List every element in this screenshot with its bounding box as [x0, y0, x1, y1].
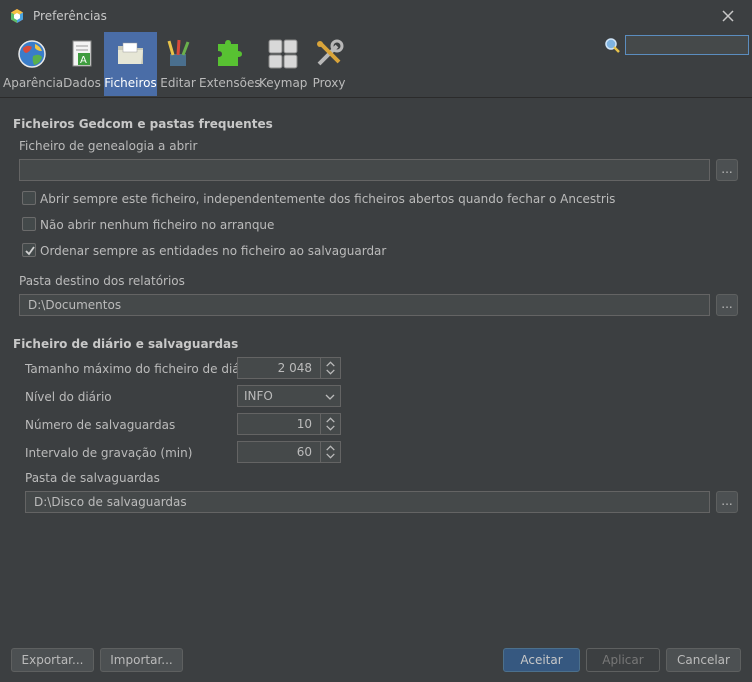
apply-button[interactable]: Aplicar — [586, 648, 660, 672]
sort-entities-checkbox[interactable] — [22, 243, 36, 257]
browse-open-file-button[interactable]: ... — [716, 159, 738, 181]
tab-label: Extensões — [199, 76, 261, 90]
cancel-button[interactable]: Cancelar — [666, 648, 741, 672]
tab-extensoes[interactable]: Extensões — [199, 32, 261, 96]
section-title-gedcom: Ficheiros Gedcom e pastas frequentes — [13, 117, 273, 131]
sort-entities-label: Ordenar sempre as entidades no ficheiro … — [40, 244, 387, 258]
log-level-select[interactable]: INFO — [237, 385, 341, 407]
reports-folder-field[interactable]: D:\Documentos — [19, 294, 710, 316]
section-title-journal: Ficheiro de diário e salvaguardas — [13, 337, 239, 351]
pencils-icon — [167, 39, 190, 66]
tab-keymap[interactable]: Keymap — [259, 32, 307, 96]
title-bar: Preferências — [0, 0, 752, 32]
always-open-checkbox[interactable] — [22, 191, 36, 205]
open-file-label: Ficheiro de genealogia a abrir — [19, 139, 198, 153]
backup-folder-label: Pasta de salvaguardas — [25, 471, 160, 485]
no-open-label: Não abrir nenhum ficheiro no arranque — [40, 218, 275, 232]
log-level-value: INFO — [244, 389, 273, 403]
keyboard-icon — [268, 39, 298, 69]
tab-label: Dados — [63, 76, 101, 90]
search-icon — [605, 38, 620, 53]
save-interval-spinner[interactable]: 60 — [237, 441, 341, 463]
import-button[interactable]: Importar... — [100, 648, 183, 672]
no-open-checkbox[interactable] — [22, 217, 36, 231]
svg-text:A: A — [80, 55, 87, 66]
tab-ficheiros[interactable]: Ficheiros — [104, 32, 157, 96]
tab-label: Aparência — [3, 76, 64, 90]
spinner-arrows-icon[interactable] — [320, 358, 340, 378]
app-logo-icon — [11, 9, 23, 23]
browse-backup-folder-button[interactable]: ... — [716, 491, 738, 513]
max-size-value: 2 048 — [277, 361, 312, 375]
save-interval-label: Intervalo de gravação (min) — [25, 446, 193, 460]
document-icon: A — [72, 40, 92, 67]
always-open-label: Abrir sempre este ficheiro, independente… — [40, 192, 616, 206]
tab-label: Ficheiros — [104, 76, 157, 90]
spinner-arrows-icon[interactable] — [320, 442, 340, 462]
export-button[interactable]: Exportar... — [11, 648, 94, 672]
spinner-arrows-icon[interactable] — [320, 414, 340, 434]
reports-folder-label: Pasta destino dos relatórios — [19, 274, 185, 288]
puzzle-icon — [218, 40, 242, 66]
window-title: Preferências — [33, 9, 107, 23]
log-level-label: Nível do diário — [25, 390, 112, 404]
check-icon — [25, 246, 35, 256]
toolbar-divider — [0, 97, 752, 98]
browse-reports-button[interactable]: ... — [716, 294, 738, 316]
backups-count-spinner[interactable]: 10 — [237, 413, 341, 435]
tab-aparencia[interactable]: Aparência — [3, 32, 64, 96]
tab-label: Editar — [160, 76, 196, 90]
save-interval-value: 60 — [296, 445, 312, 459]
tab-label: Keymap — [259, 76, 308, 90]
tab-editar[interactable]: Editar — [159, 32, 197, 96]
backup-folder-field[interactable]: D:\Disco de salvaguardas — [25, 491, 710, 513]
open-file-field[interactable] — [19, 159, 710, 181]
search-input[interactable] — [625, 35, 749, 55]
chevron-down-icon — [325, 394, 335, 400]
accept-button[interactable]: Aceitar — [503, 648, 580, 672]
close-icon[interactable] — [718, 6, 738, 26]
max-size-label: Tamanho máximo do ficheiro de diário — [25, 362, 256, 376]
wrench-icon — [317, 39, 344, 66]
tab-proxy[interactable]: Proxy — [309, 32, 349, 96]
backups-count-label: Número de salvaguardas — [25, 418, 176, 432]
tab-label: Proxy — [312, 76, 346, 90]
tab-dados[interactable]: A Dados — [62, 32, 102, 96]
max-size-spinner[interactable]: 2 048 — [237, 357, 341, 379]
backups-count-value: 10 — [296, 417, 312, 431]
globe-icon — [18, 40, 46, 68]
folder-icon — [117, 42, 143, 64]
